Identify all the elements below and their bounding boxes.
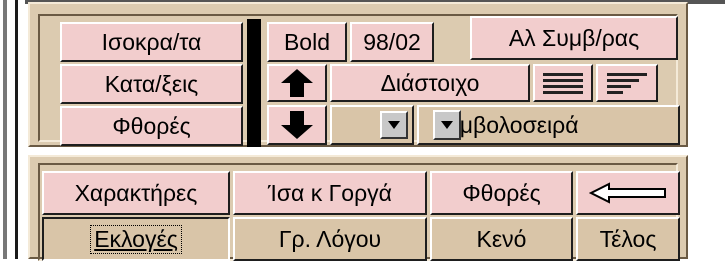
al-symv-label: Αλ Συμβ/ρας <box>508 24 640 51</box>
size-combo[interactable] <box>330 105 414 145</box>
kataxeis-label: Κατα/ξεις <box>104 70 199 97</box>
ekloges-label: Εκλογές <box>90 224 182 254</box>
xaraktires-label: Χαρακτήρες <box>74 179 198 206</box>
telos-label: Τέλος <box>599 225 657 252</box>
kataxeis-button[interactable]: Κατα/ξεις <box>60 64 243 104</box>
character-panel: Χαρακτήρες Ίσα κ Γοργά Φθορές Εκλογές Γρ… <box>28 155 688 261</box>
chevron-down-icon <box>388 121 400 129</box>
align-justify-icon <box>543 72 583 94</box>
ekloges-button[interactable]: Εκλογές <box>42 217 230 261</box>
bold-button[interactable]: Bold <box>267 22 347 62</box>
isa-gorga-button[interactable]: Ίσα κ Γοργά <box>233 171 427 215</box>
formatting-panel: Ισοκρα/τα Κατα/ξεις Φθορές Bold 98/02 Αλ… <box>28 2 688 147</box>
arrow-down-icon <box>281 111 313 139</box>
isa-gorga-label: Ίσα κ Γοργά <box>268 179 392 206</box>
version-button[interactable]: 98/02 <box>350 22 434 62</box>
fthores-label: Φθορές <box>112 112 191 139</box>
move-down-button[interactable] <box>267 105 327 145</box>
back-button[interactable] <box>576 171 680 215</box>
keno-label: Κενό <box>476 225 527 252</box>
align-left-button[interactable] <box>596 64 658 102</box>
panel-divider <box>247 19 261 147</box>
gr-logou-label: Γρ. Λόγου <box>278 225 382 252</box>
diastoixo-button[interactable]: Διάστοιχο <box>330 64 530 102</box>
align-left-icon <box>607 72 647 94</box>
window-left-frame <box>0 0 25 259</box>
move-up-button[interactable] <box>267 64 327 102</box>
gr-logou-button[interactable]: Γρ. Λόγου <box>233 217 427 261</box>
xaraktires-button[interactable]: Χαρακτήρες <box>42 171 230 215</box>
version-label: 98/02 <box>363 28 421 55</box>
size-combo-arrow[interactable] <box>380 111 408 139</box>
isokrata-button[interactable]: Ισοκρα/τα <box>60 22 243 62</box>
chevron-down-icon <box>441 121 453 129</box>
bold-label: Bold <box>283 28 331 55</box>
al-symv-button[interactable]: Αλ Συμβ/ρας <box>470 16 678 60</box>
fthores-tab-label: Φθορές <box>462 179 541 206</box>
fthores-button[interactable]: Φθορές <box>60 106 243 146</box>
telos-button[interactable]: Τέλος <box>576 217 680 261</box>
fthores-tab-button[interactable]: Φθορές <box>430 171 573 215</box>
isokrata-label: Ισοκρα/τα <box>101 28 202 55</box>
diastoixo-label: Διάστοιχο <box>380 69 480 96</box>
keno-button[interactable]: Κενό <box>430 217 573 261</box>
arrow-left-icon <box>589 182 666 204</box>
align-justify-button[interactable] <box>533 64 593 102</box>
symvoloseira-arrow[interactable] <box>433 110 461 140</box>
arrow-up-icon <box>281 69 313 97</box>
symvoloseira-combo[interactable]: Συμβολοσειρά <box>417 105 680 145</box>
